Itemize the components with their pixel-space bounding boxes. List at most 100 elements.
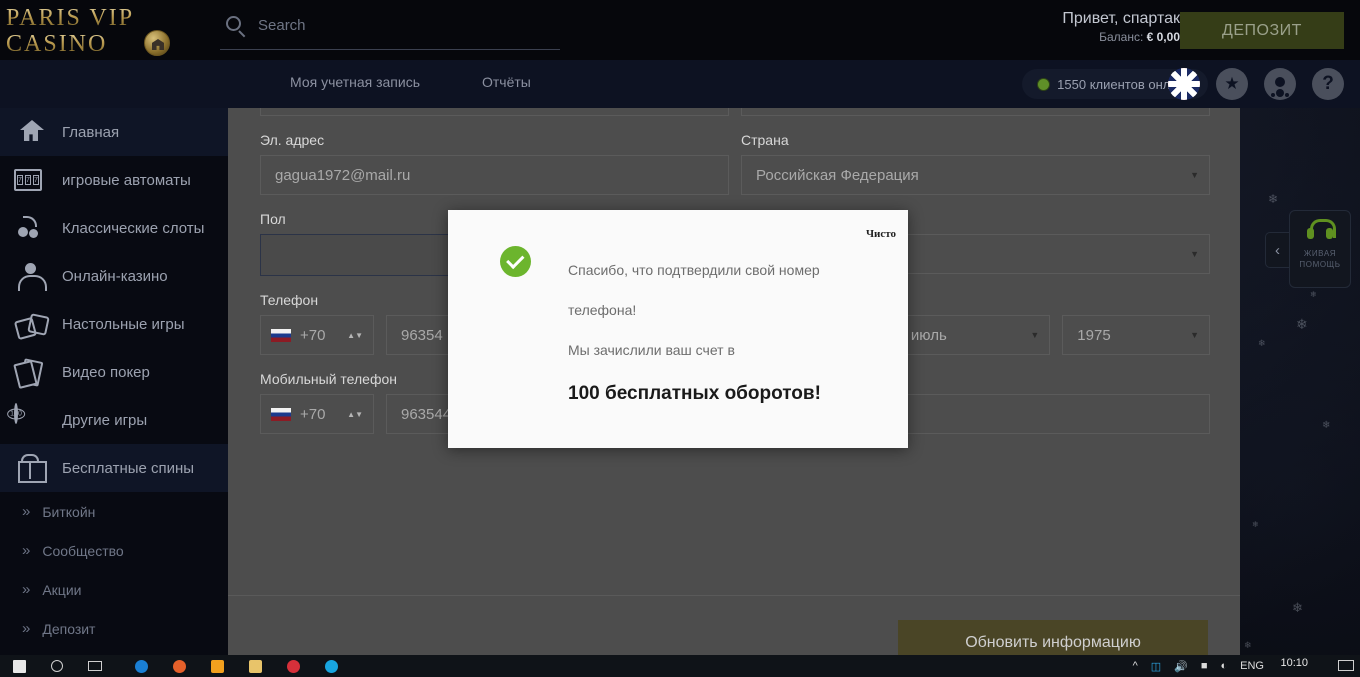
sidebar-item-online-casino[interactable]: Онлайн-казино: [0, 252, 228, 300]
tray-chevron-icon[interactable]: ^: [1133, 660, 1138, 672]
modal-highlight-text: 100 бесплатных оборотов!: [568, 383, 821, 404]
sidebar-item-classic-slots[interactable]: Классические слоты: [0, 204, 228, 252]
brand-logo[interactable]: PARIS VIP CASINO: [6, 2, 216, 60]
windows-taskbar: ^ ◫ 🔊 ■ ◐ ENG 10:10: [0, 655, 1360, 677]
sidebar-sub-label: Биткойн: [42, 503, 96, 520]
task-view-icon[interactable]: [76, 655, 114, 677]
online-status-dot: [1038, 78, 1050, 90]
sidebar-label: Настольные игры: [62, 315, 185, 333]
search-box[interactable]: Search: [220, 8, 560, 52]
opera-icon[interactable]: [274, 655, 312, 677]
email-field[interactable]: gagua1972@mail.ru: [260, 155, 729, 195]
balance-row: Баланс: € 0,00: [1062, 29, 1180, 46]
show-desktop-button[interactable]: [1338, 660, 1354, 671]
casino-coin-icon: [144, 30, 170, 56]
start-button-icon[interactable]: [0, 655, 38, 677]
snowflake-decoration: ❄: [1310, 290, 1317, 299]
country-select[interactable]: Российская Федерация ▼: [741, 155, 1210, 195]
modal-clean-button[interactable]: Чисто: [866, 228, 896, 240]
firefox-icon[interactable]: [160, 655, 198, 677]
field-group-cutoff-left: [260, 108, 729, 116]
snowflake-decoration: ❄: [1252, 520, 1259, 529]
user-icon[interactable]: [1264, 68, 1296, 100]
chevron-down-icon: ▼: [1190, 170, 1199, 180]
modal-body: Спасибо, что подтвердили свой номер теле…: [568, 250, 888, 414]
nav-link-my-account[interactable]: Моя учетная запись: [290, 74, 420, 90]
dice-icon: [14, 309, 48, 339]
chip-icon: [14, 403, 48, 435]
sidebar-sub-label: Сообщество: [42, 542, 124, 559]
sidebar-item-video-poker[interactable]: Видео покер: [0, 348, 228, 396]
snowflake-decoration: ❄: [1322, 420, 1331, 431]
snowflake-decoration: ❄: [1268, 192, 1279, 206]
user-greeting-block: Привет, спартак Баланс: € 0,00: [1062, 9, 1180, 46]
live-help-collapse-button[interactable]: ‹: [1265, 232, 1289, 268]
sidebar-item-community[interactable]: » Сообщество: [0, 531, 228, 570]
live-help-line-1: ЖИВАЯ: [1303, 249, 1337, 258]
dealer-icon: [14, 261, 48, 291]
sidebar-label: Онлайн-казино: [62, 267, 168, 285]
birthdate-year-select[interactable]: 1975 ▼: [1062, 315, 1210, 355]
chevron-down-icon: ▼: [1190, 249, 1199, 259]
sidebar-item-table-games[interactable]: Настольные игры: [0, 300, 228, 348]
birthdate-year-value: 1975: [1077, 326, 1111, 344]
form-row-email-country: Эл. адрес gagua1972@mail.ru Страна Росси…: [260, 116, 1210, 195]
sidebar-item-home[interactable]: Главная: [0, 108, 228, 156]
stepper-arrows-icon[interactable]: ▲▼: [347, 331, 363, 339]
tray-volume-icon[interactable]: 🔊: [1174, 660, 1188, 673]
balance-value: € 0,00: [1146, 30, 1180, 44]
chevron-right-icon: »: [22, 542, 31, 559]
phone-country-code-stepper[interactable]: +70 ▲▼: [260, 315, 374, 355]
sidebar-item-promotions[interactable]: » Акции: [0, 570, 228, 609]
search-input[interactable]: Search: [258, 17, 306, 34]
system-tray: ^ ◫ 🔊 ■ ◐ ENG: [1133, 655, 1264, 677]
sidebar-item-deposit[interactable]: » Депозит: [0, 609, 228, 648]
cortana-search-icon[interactable]: [38, 655, 76, 677]
top-header-bar: PARIS VIP CASINO Search Привет, спартак …: [0, 0, 1360, 60]
tray-wifi-icon[interactable]: ◐: [1221, 660, 1228, 672]
country-label: Страна: [741, 132, 789, 148]
navigation-bar: Моя учетная запись Отчёты 1550 клиентов …: [0, 60, 1360, 108]
field-group-email: Эл. адрес gagua1972@mail.ru: [260, 116, 729, 195]
stepper-arrows-icon[interactable]: ▲▼: [347, 410, 363, 418]
nav-icon-group: [1168, 68, 1344, 100]
sidebar-item-other-games[interactable]: Другие игры: [0, 396, 228, 444]
sidebar-label: Главная: [62, 123, 120, 141]
country-value: Российская Федерация: [756, 166, 919, 184]
file-explorer-icon[interactable]: [236, 655, 274, 677]
tray-battery-icon[interactable]: ■: [1201, 660, 1208, 672]
edge-browser-icon[interactable]: [122, 655, 160, 677]
tray-network-icon[interactable]: ◫: [1151, 660, 1161, 673]
balance-label: Баланс:: [1099, 30, 1144, 44]
birthdate-month-select[interactable]: июль ▼: [895, 315, 1051, 355]
search-underline: [220, 49, 560, 50]
sidebar-label: Классические слоты: [62, 219, 205, 237]
help-icon[interactable]: [1312, 68, 1344, 100]
confirmation-modal: Чисто Спасибо, что подтвердили свой номе…: [448, 210, 908, 448]
star-icon[interactable]: [1216, 68, 1248, 100]
sidebar-item-bitcoin[interactable]: » Биткойн: [0, 492, 228, 531]
search-icon: [224, 14, 248, 38]
cutoff-input-right[interactable]: [741, 108, 1210, 116]
vlc-icon[interactable]: [198, 655, 236, 677]
form-row-cutoff: [260, 108, 1210, 116]
mobile-country-code-stepper[interactable]: +70 ▲▼: [260, 394, 374, 434]
flag-uk-icon[interactable]: [1168, 68, 1200, 100]
snowflake-decoration: ❄: [1296, 316, 1308, 332]
cutoff-input-left[interactable]: [260, 108, 729, 116]
brand-line-2: CASINO: [6, 31, 216, 57]
headset-icon: [1307, 219, 1336, 243]
sidebar-item-slot-machines[interactable]: 777 игровые автоматы: [0, 156, 228, 204]
sidebar-item-free-spins[interactable]: Бесплатные спины: [0, 444, 228, 492]
modal-line-1: Спасибо, что подтвердили свой номер: [568, 262, 820, 278]
skype-icon[interactable]: [312, 655, 350, 677]
sidebar-label: игровые автоматы: [62, 171, 191, 189]
taskbar-clock[interactable]: 10:10: [1280, 657, 1308, 669]
tray-language-indicator[interactable]: ENG: [1240, 660, 1264, 672]
modal-line-3: Мы зачислили ваш счет в: [568, 342, 735, 358]
deposit-button[interactable]: ДЕПОЗИТ: [1180, 12, 1344, 49]
nav-link-reports[interactable]: Отчёты: [482, 74, 531, 90]
live-help-widget[interactable]: ЖИВАЯ ПОМОЩЬ: [1289, 210, 1351, 288]
slot-machine-icon: 777: [14, 165, 48, 195]
snowflake-decoration: ❄: [1292, 600, 1303, 615]
